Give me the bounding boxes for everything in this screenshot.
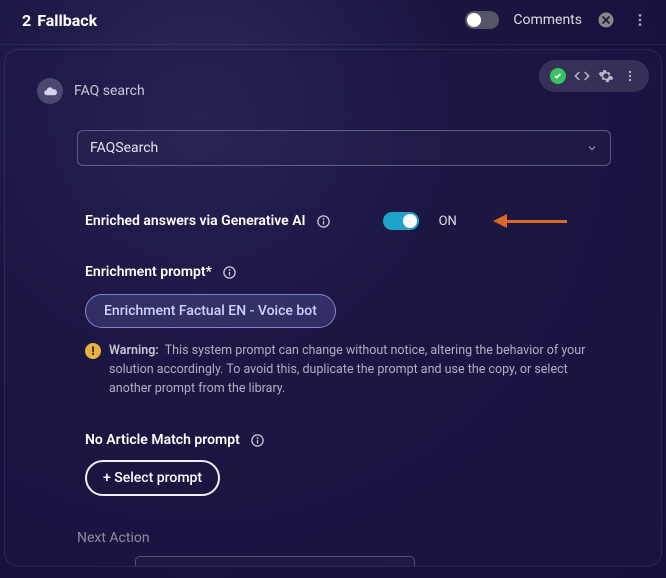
- goto-label: Go To:: [85, 564, 125, 567]
- enriched-answers-toggle[interactable]: [383, 212, 419, 230]
- warning-note: ! Warning: This system prompt can change…: [85, 342, 605, 398]
- enrichment-prompt-label: Enrichment prompt*: [85, 264, 212, 280]
- warning-text: This system prompt can change without no…: [109, 343, 585, 396]
- info-icon[interactable]: [222, 265, 237, 280]
- faq-search-select-value: FAQSearch: [90, 140, 158, 156]
- faq-search-panel: FAQ search FAQSearch Enriched answers vi…: [4, 49, 662, 567]
- no-article-row: No Article Match prompt: [85, 432, 625, 448]
- step-number: 2: [22, 11, 31, 30]
- faq-search-select[interactable]: FAQSearch: [77, 130, 611, 166]
- step-title: Fallback: [37, 11, 97, 30]
- select-prompt-button[interactable]: + Select prompt: [85, 460, 220, 496]
- close-icon[interactable]: [596, 10, 616, 30]
- gear-icon[interactable]: [595, 65, 617, 87]
- top-bar: 2 Fallback Comments: [0, 0, 666, 45]
- goto-select[interactable]: Next Interaction: [135, 556, 415, 567]
- panel-header: FAQ search: [37, 78, 625, 104]
- top-bar-actions: Comments: [465, 10, 650, 30]
- info-icon[interactable]: [316, 214, 331, 229]
- no-article-label: No Article Match prompt: [85, 432, 240, 448]
- info-icon[interactable]: [250, 433, 265, 448]
- panel-title: FAQ search: [74, 83, 145, 99]
- comments-toggle[interactable]: [465, 11, 499, 29]
- enriched-answers-state: ON: [439, 214, 457, 229]
- code-icon[interactable]: [571, 65, 593, 87]
- enriched-answers-label: Enriched answers via Generative AI: [85, 213, 306, 229]
- status-ok-icon[interactable]: [547, 65, 569, 87]
- panel-more-icon[interactable]: [619, 65, 641, 87]
- enrichment-prompt-chip[interactable]: Enrichment Factual EN - Voice bot: [85, 294, 336, 328]
- page-title: 2 Fallback: [22, 11, 97, 30]
- enrichment-prompt-row: Enrichment prompt*: [85, 264, 625, 280]
- panel-toolbar: [539, 60, 649, 92]
- chevron-down-icon: [586, 142, 598, 154]
- more-menu-icon[interactable]: [630, 10, 650, 30]
- goto-select-value: Next Interaction: [146, 564, 245, 567]
- next-action-section-label: Next Action: [77, 530, 625, 546]
- comments-label: Comments: [513, 12, 582, 28]
- enriched-answers-row: Enriched answers via Generative AI ON: [85, 212, 625, 230]
- callout-arrow-icon: [493, 215, 567, 227]
- cloud-icon: [37, 78, 63, 104]
- chevron-down-icon: [392, 566, 404, 567]
- warning-title: Warning:: [109, 343, 159, 358]
- next-action-row: Go To: Next Interaction: [85, 556, 625, 567]
- warning-icon: !: [85, 343, 101, 359]
